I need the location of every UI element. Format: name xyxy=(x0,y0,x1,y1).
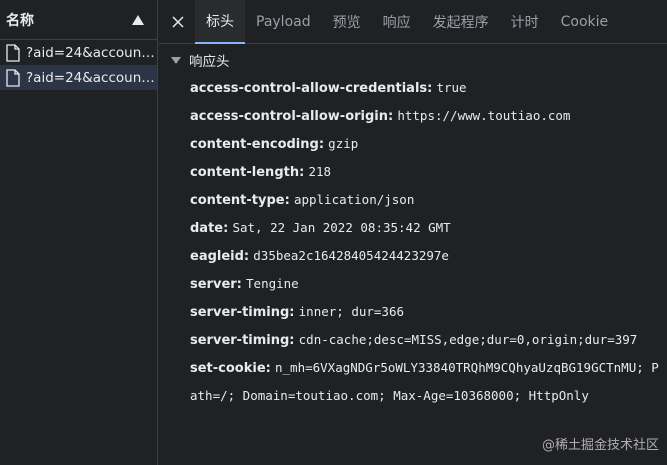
header-key: access-control-allow-credentials: xyxy=(190,81,433,96)
header-value: d35bea2c16428405424423297e xyxy=(253,248,449,263)
tab-headers[interactable]: 标头 xyxy=(195,0,245,44)
tab-preview[interactable]: 预览 xyxy=(322,0,372,44)
header-value: cdn-cache;desc=MISS,edge;dur=0,origin;du… xyxy=(298,332,638,347)
tab-payload[interactable]: Payload xyxy=(245,0,322,44)
close-icon[interactable] xyxy=(167,11,189,33)
header-row: content-length: 218 xyxy=(190,158,659,186)
request-name: ?aid=24&account_sdk_source=sso&sdk_versi… xyxy=(26,44,157,61)
header-row: access-control-allow-credentials: true xyxy=(190,74,659,102)
header-key: server-timing: xyxy=(190,333,295,348)
tab-timing[interactable]: 计时 xyxy=(500,0,550,44)
header-key: eagleid: xyxy=(190,249,250,264)
header-row: server: Tengine xyxy=(190,270,659,298)
name-column-title[interactable]: 名称 xyxy=(6,10,34,30)
response-headers-section-toggle[interactable]: 响应头 xyxy=(159,46,667,74)
header-key: access-control-allow-origin: xyxy=(190,109,394,124)
request-name: ?aid=24&account_sdk_source=sso&sdk_versi… xyxy=(26,69,157,86)
header-row: content-type: application/json xyxy=(190,186,659,214)
section-title: 响应头 xyxy=(189,54,230,70)
header-key: set-cookie: xyxy=(190,361,271,376)
tab-cookies[interactable]: Cookie xyxy=(550,0,620,44)
header-row: date: Sat, 22 Jan 2022 08:35:42 GMT xyxy=(190,214,659,242)
header-row: eagleid: d35bea2c16428405424423297e xyxy=(190,242,659,270)
request-list-header: 名称 xyxy=(0,0,157,40)
header-key: content-type: xyxy=(190,193,290,208)
header-value: Tengine xyxy=(246,276,299,291)
header-row: set-cookie: n_mh=6VXagNDGr5oWLY33840TRQh… xyxy=(190,354,659,410)
caret-down-icon xyxy=(171,57,181,64)
header-row: content-encoding: gzip xyxy=(190,130,659,158)
sort-up-icon[interactable] xyxy=(127,9,149,31)
document-icon xyxy=(6,68,20,87)
header-row: server-timing: cdn-cache;desc=MISS,edge;… xyxy=(190,326,659,354)
tab-initiator[interactable]: 发起程序 xyxy=(422,0,500,44)
tab-response[interactable]: 响应 xyxy=(372,0,422,44)
header-row: access-control-allow-origin: https://www… xyxy=(190,102,659,130)
header-value: gzip xyxy=(328,136,359,151)
details-tabs: 标头 Payload 预览 响应 发起程序 计时 Cookie xyxy=(159,0,667,44)
details-panel: 标头 Payload 预览 响应 发起程序 计时 Cookie 响应头 acce… xyxy=(159,0,667,465)
request-list-panel: 名称 ?aid=24&account_sdk_source=sso&sdk_ve… xyxy=(0,0,158,465)
header-value: true xyxy=(436,80,467,95)
response-headers-list: access-control-allow-credentials: true a… xyxy=(159,74,667,410)
header-key: date: xyxy=(190,221,229,236)
header-value: 218 xyxy=(308,164,332,179)
header-value: Sat, 22 Jan 2022 08:35:42 GMT xyxy=(232,220,451,235)
header-key: server-timing: xyxy=(190,305,295,320)
request-row-selected[interactable]: ?aid=24&account_sdk_source=sso&sdk_versi… xyxy=(0,65,157,90)
header-value: application/json xyxy=(293,192,415,207)
header-key: content-length: xyxy=(190,165,305,180)
document-icon xyxy=(6,43,20,62)
header-value: https://www.toutiao.com xyxy=(397,108,571,123)
watermark: @稀土掘金技术社区 xyxy=(541,438,659,453)
header-key: server: xyxy=(190,277,242,292)
header-key: content-encoding: xyxy=(190,137,325,152)
request-row[interactable]: ?aid=24&account_sdk_source=sso&sdk_versi… xyxy=(0,40,157,65)
header-value: inner; dur=366 xyxy=(298,304,404,319)
header-row: server-timing: inner; dur=366 xyxy=(190,298,659,326)
